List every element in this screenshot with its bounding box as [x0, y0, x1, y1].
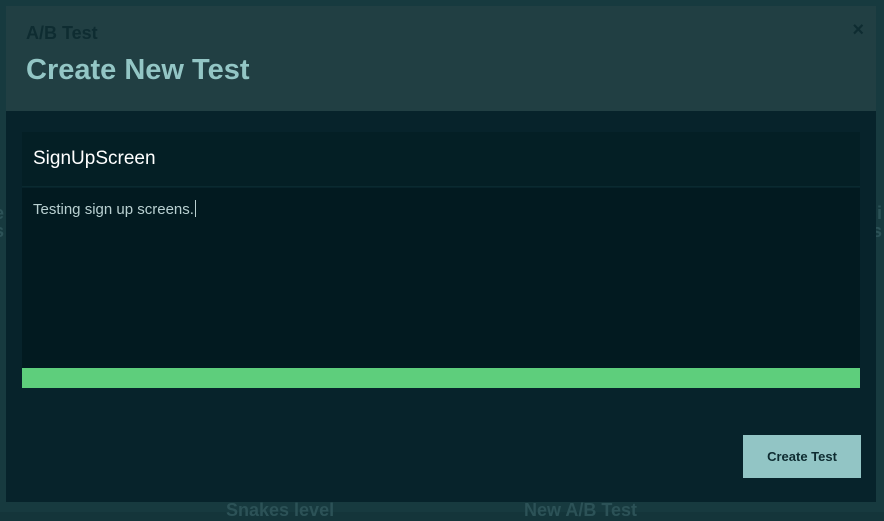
background-item-snakes-level: Snakes level — [226, 500, 335, 520]
test-description-textarea[interactable]: Testing sign up screens. — [22, 188, 860, 368]
test-name-input[interactable]: SignUpScreen — [22, 132, 860, 187]
test-name-value: SignUpScreen — [33, 148, 156, 169]
background-card-fragment-left: e s — [0, 204, 4, 240]
text-caret — [194, 200, 196, 217]
close-icon[interactable]: × — [852, 20, 864, 40]
accent-bar — [22, 368, 860, 388]
create-test-modal: A/B Test Create New Test × SignUpScreen … — [6, 6, 876, 502]
background-item-new-ab-test: New A/B Test — [524, 500, 638, 520]
test-description-value: Testing sign up screens. — [33, 201, 194, 218]
modal-subtitle: A/B Test — [26, 23, 98, 43]
modal-title: Create New Test — [26, 54, 250, 86]
modal-header: A/B Test Create New Test × — [6, 6, 876, 111]
create-test-button[interactable]: Create Test — [743, 435, 861, 478]
create-test-button-label: Create Test — [767, 449, 837, 464]
